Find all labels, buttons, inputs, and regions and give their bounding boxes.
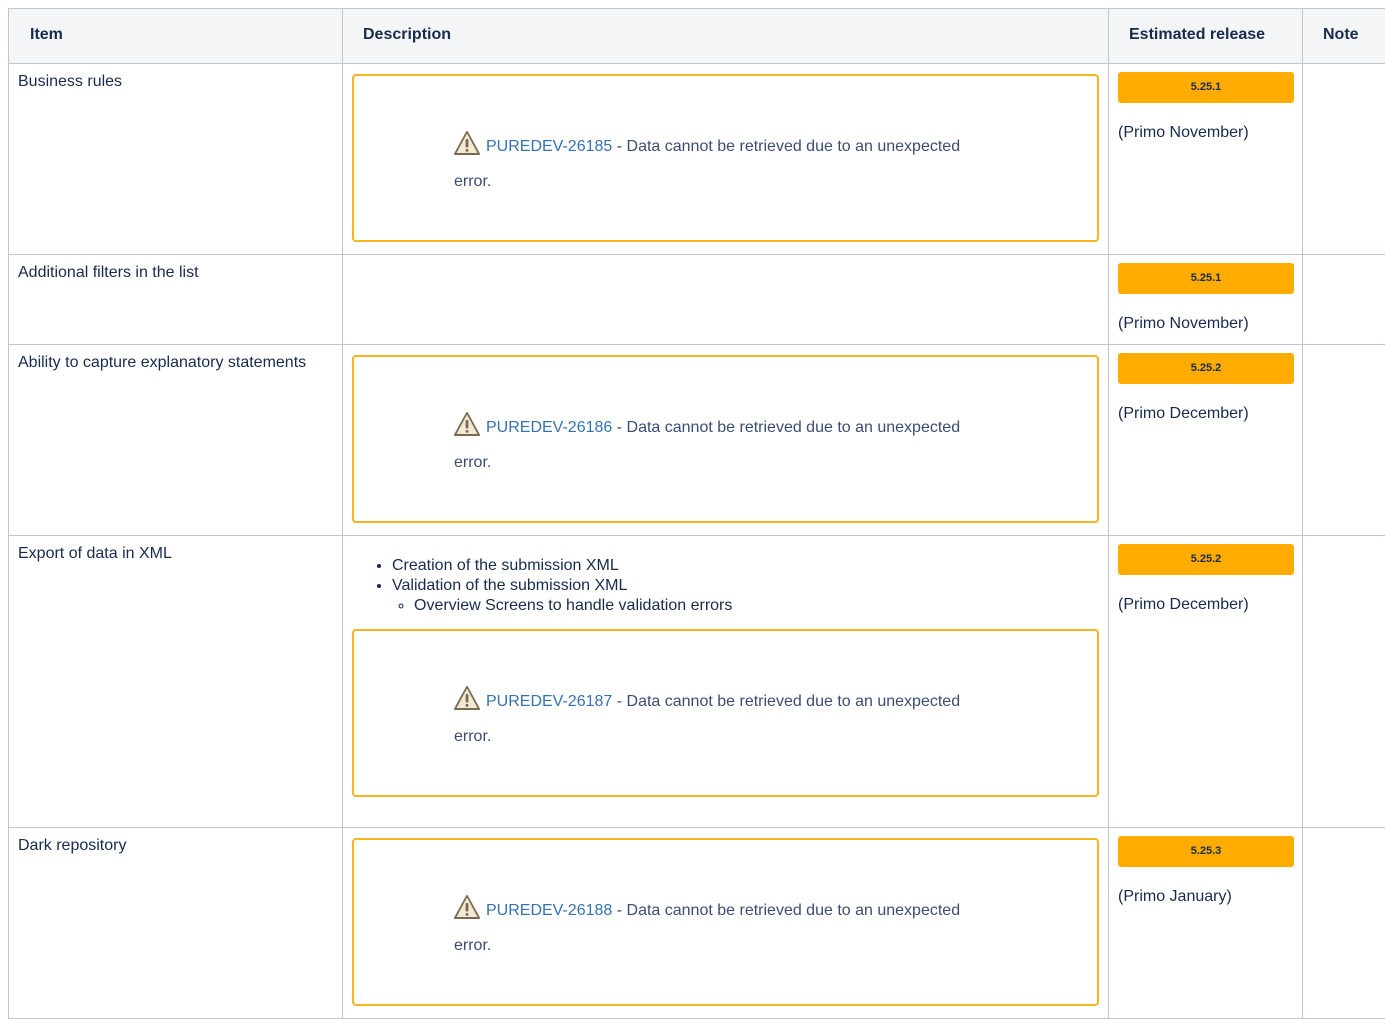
jira-error-message: - Data cannot be retrieved due to an une… [612,138,961,155]
jira-issue-link[interactable]: PUREDEV-26187 [486,693,612,710]
column-header-note[interactable]: Note [1302,8,1385,64]
table-header-row: Item Description Estimated release Note [8,8,1385,64]
note-cell [1302,827,1385,1019]
jira-macro-box: PUREDEV-26186 - Data cannot be retrieved… [352,355,1099,523]
item-cell: Additional filters in the list [8,254,343,345]
release-version-badge: 5.25.2 [1118,353,1294,384]
release-cell: 5.25.2 (Primo December) [1108,344,1303,536]
description-cell [342,254,1109,345]
release-cell: 5.25.1 (Primo November) [1108,254,1303,345]
description-bullet-list: Creation of the submission XML Validatio… [352,556,1099,616]
release-cell: 5.25.2 (Primo December) [1108,535,1303,828]
description-cell: PUREDEV-26185 - Data cannot be retrieved… [342,63,1109,255]
jira-macro-box: PUREDEV-26187 - Data cannot be retrieved… [352,629,1099,797]
list-item: Validation of the submission XML Overvie… [392,576,1099,616]
sub-bullet-list: Overview Screens to handle validation er… [392,596,1099,616]
release-month: (Primo December) [1118,596,1249,613]
item-cell: Ability to capture explanatory statement… [8,344,343,536]
jira-issue-link[interactable]: PUREDEV-26186 [486,419,612,436]
release-cell: 5.25.1 (Primo November) [1108,63,1303,255]
jira-error-message-cont: error. [454,173,492,190]
release-version-badge: 5.25.3 [1118,836,1294,867]
jira-error-message: - Data cannot be retrieved due to an une… [612,902,961,919]
description-cell: Creation of the submission XML Validatio… [342,535,1109,828]
jira-issue-link[interactable]: PUREDEV-26188 [486,902,612,919]
jira-error-message: - Data cannot be retrieved due to an une… [612,693,961,710]
column-header-description[interactable]: Description [342,8,1109,64]
release-month: (Primo November) [1118,124,1249,141]
list-item: Creation of the submission XML [392,556,1099,576]
release-month: (Primo December) [1118,405,1249,422]
release-version-badge: 5.25.2 [1118,544,1294,575]
item-cell: Dark repository [8,827,343,1019]
column-header-item[interactable]: Item [8,8,343,64]
jira-error-message-cont: error. [454,937,492,954]
note-cell [1302,535,1385,828]
warning-icon [454,131,480,160]
jira-error-message-cont: error. [454,454,492,471]
jira-macro-box: PUREDEV-26188 - Data cannot be retrieved… [352,838,1099,1006]
table-row: Ability to capture explanatory statement… [8,344,1385,536]
description-cell: PUREDEV-26186 - Data cannot be retrieved… [342,344,1109,536]
jira-issue-link[interactable]: PUREDEV-26185 [486,138,612,155]
list-item: Overview Screens to handle validation er… [414,596,1099,616]
release-version-badge: 5.25.1 [1118,72,1294,103]
table-row: Additional filters in the list 5.25.1 (P… [8,254,1385,345]
note-cell [1302,254,1385,345]
item-cell: Business rules [8,63,343,255]
jira-macro-box: PUREDEV-26185 - Data cannot be retrieved… [352,74,1099,242]
note-cell [1302,344,1385,536]
jira-error-message: - Data cannot be retrieved due to an une… [612,419,961,436]
release-month: (Primo November) [1118,315,1249,332]
release-cell: 5.25.3 (Primo January) [1108,827,1303,1019]
warning-icon [454,895,480,924]
table-row: Dark repository PUREDEV-26188 - Data can… [8,827,1385,1019]
list-item-text: Validation of the submission XML [392,577,628,594]
warning-icon [454,686,480,715]
item-cell: Export of data in XML [8,535,343,828]
table-row: Export of data in XML Creation of the su… [8,535,1385,828]
release-version-badge: 5.25.1 [1118,263,1294,294]
release-table: Item Description Estimated release Note … [8,8,1385,1019]
jira-error-message-cont: error. [454,728,492,745]
release-month: (Primo January) [1118,888,1232,905]
column-header-estimated-release[interactable]: Estimated release [1108,8,1303,64]
table-row: Business rules PUREDEV-26185 - Data cann… [8,63,1385,255]
note-cell [1302,63,1385,255]
description-cell: PUREDEV-26188 - Data cannot be retrieved… [342,827,1109,1019]
warning-icon [454,412,480,441]
